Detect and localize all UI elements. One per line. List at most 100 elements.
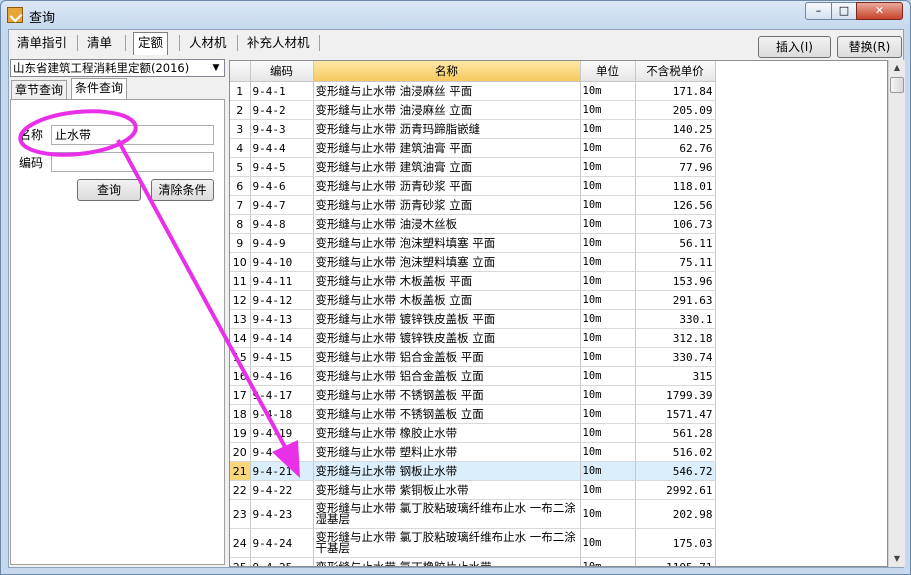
table-row[interactable]: 12 9-4-12 变形缝与止水带 木板盖板 立面 10m 291.63: [230, 290, 716, 310]
table-row[interactable]: 13 9-4-13 变形缝与止水带 镀锌铁皮盖板 平面 10m 330.1: [230, 309, 716, 329]
row-index: 8: [230, 214, 251, 234]
row-index: 25: [230, 557, 251, 566]
row-name: 变形缝与止水带 木板盖板 平面: [313, 271, 581, 291]
row-index: 15: [230, 347, 251, 367]
scroll-up-arrow-icon[interactable]: ▲: [889, 60, 905, 76]
table-row[interactable]: 17 9-4-17 变形缝与止水带 不锈钢盖板 平面 10m 1799.39: [230, 385, 716, 405]
row-code: 9-4-17: [250, 385, 314, 405]
query-button[interactable]: 查询: [77, 179, 141, 201]
table-row[interactable]: 23 9-4-23 变形缝与止水带 氯丁胶粘玻璃纤维布止水 一布二涂 湿基层 10m 2…: [230, 499, 716, 529]
quota-library-select[interactable]: 山东省建筑工程消耗里定额(2016) ▼: [10, 59, 225, 77]
row-unit: 10m: [580, 461, 636, 481]
row-unit: 10m: [580, 385, 636, 405]
row-code: 9-4-24: [250, 528, 314, 558]
table-row[interactable]: 16 9-4-16 变形缝与止水带 铝合金盖板 立面 10m 315: [230, 366, 716, 386]
row-price: 315: [635, 366, 716, 386]
quota-table: 编码 名称 单位 不含税单价 1 9-4-1 变形缝与止水带 油浸麻丝 平面 10m 1…: [229, 60, 888, 567]
tab-list[interactable]: 清单: [83, 33, 116, 53]
table-row[interactable]: 7 9-4-7 变形缝与止水带 沥青砂浆 立面 10m 126.56: [230, 195, 716, 215]
row-unit: 10m: [580, 233, 636, 253]
row-unit: 10m: [580, 214, 636, 234]
clear-conditions-button[interactable]: 清除条件: [151, 179, 214, 201]
row-price: 1571.47: [635, 404, 716, 424]
row-name: 变形缝与止水带 油浸木丝板: [313, 214, 581, 234]
row-price: 77.96: [635, 157, 716, 177]
title-bar[interactable]: 查询 – □ ✕: [1, 1, 910, 29]
table-row[interactable]: 22 9-4-22 变形缝与止水带 紫铜板止水带 10m 2992.61: [230, 480, 716, 500]
client-area: 清单指引 清单 定额 人材机 补充人材机 插入(I) 替换(R) 山东省建筑工程…: [8, 29, 905, 568]
row-price: 75.11: [635, 252, 716, 272]
table-row[interactable]: 15 9-4-15 变形缝与止水带 铝合金盖板 平面 10m 330.74: [230, 347, 716, 367]
table-row[interactable]: 1 9-4-1 变形缝与止水带 油浸麻丝 平面 10m 171.84: [230, 81, 716, 101]
table-row[interactable]: 5 9-4-5 变形缝与止水带 建筑油膏 立面 10m 77.96: [230, 157, 716, 177]
row-index: 23: [230, 499, 251, 529]
tab-chapter-query[interactable]: 章节查询: [11, 80, 68, 100]
tab-separator: [237, 35, 238, 51]
code-input[interactable]: [51, 152, 214, 172]
table-row[interactable]: 24 9-4-24 变形缝与止水带 氯丁胶粘玻璃纤维布止水 一布二涂 干基层 10m 1…: [230, 528, 716, 558]
row-code: 9-4-25: [250, 557, 314, 566]
row-name: 变形缝与止水带 沥青砂浆 立面: [313, 195, 581, 215]
row-unit: 10m: [580, 423, 636, 443]
row-name: 变形缝与止水带 氯丁橡胶片止水带: [313, 557, 581, 566]
table-row[interactable]: 18 9-4-18 变形缝与止水带 不锈钢盖板 立面 10m 1571.47: [230, 404, 716, 424]
scroll-down-arrow-icon[interactable]: ▼: [889, 551, 905, 567]
row-price: 330.1: [635, 309, 716, 329]
column-header-code[interactable]: 编码: [250, 61, 314, 82]
name-input[interactable]: 止水带: [51, 125, 214, 145]
tab-condition-query[interactable]: 条件查询: [71, 78, 128, 100]
row-code: 9-4-22: [250, 480, 314, 500]
row-code: 9-4-18: [250, 404, 314, 424]
row-unit: 10m: [580, 157, 636, 177]
scroll-thumb[interactable]: [890, 77, 904, 93]
close-button[interactable]: ✕: [856, 2, 903, 20]
row-price: 118.01: [635, 176, 716, 196]
row-price: 1799.39: [635, 385, 716, 405]
row-name: 变形缝与止水带 建筑油膏 立面: [313, 157, 581, 177]
table-row[interactable]: 10 9-4-10 变形缝与止水带 泡沫塑料填塞 立面 10m 75.11: [230, 252, 716, 272]
row-unit: 10m: [580, 480, 636, 500]
table-row[interactable]: 14 9-4-14 变形缝与止水带 镀锌铁皮盖板 立面 10m 312.18: [230, 328, 716, 348]
table-row[interactable]: 25 9-4-25 变形缝与止水带 氯丁橡胶片止水带 10m 1105.71: [230, 557, 716, 566]
row-index: 24: [230, 528, 251, 558]
tab-list-guide[interactable]: 清单指引: [13, 33, 71, 53]
row-price: 175.03: [635, 528, 716, 558]
row-price: 312.18: [635, 328, 716, 348]
row-unit: 10m: [580, 81, 636, 101]
chevron-down-icon[interactable]: ▼: [208, 60, 224, 76]
table-row[interactable]: 4 9-4-4 变形缝与止水带 建筑油膏 平面 10m 62.76: [230, 138, 716, 158]
vertical-scrollbar[interactable]: ▲ ▼: [888, 60, 905, 567]
table-row[interactable]: 20 9-4-20 变形缝与止水带 塑料止水带 10m 516.02: [230, 442, 716, 462]
table-row[interactable]: 9 9-4-9 变形缝与止水带 泡沫塑料填塞 平面 10m 56.11: [230, 233, 716, 253]
table-row[interactable]: 11 9-4-11 变形缝与止水带 木板盖板 平面 10m 153.96: [230, 271, 716, 291]
minimize-button[interactable]: –: [805, 2, 832, 20]
row-index: 20: [230, 442, 251, 462]
row-unit: 10m: [580, 100, 636, 120]
row-unit: 10m: [580, 195, 636, 215]
row-code: 9-4-8: [250, 214, 314, 234]
table-row[interactable]: 8 9-4-8 变形缝与止水带 油浸木丝板 10m 106.73: [230, 214, 716, 234]
tab-quota[interactable]: 定额: [133, 32, 169, 55]
column-header-name[interactable]: 名称: [313, 61, 581, 82]
row-unit: 10m: [580, 309, 636, 329]
tab-labor-material[interactable]: 人材机: [185, 33, 231, 53]
table-row[interactable]: 2 9-4-2 变形缝与止水带 油浸麻丝 立面 10m 205.09: [230, 100, 716, 120]
row-name: 变形缝与止水带 油浸麻丝 平面: [313, 81, 581, 101]
table-row[interactable]: 3 9-4-3 变形缝与止水带 沥青玛蹄脂嵌缝 10m 140.25: [230, 119, 716, 139]
table-row[interactable]: 6 9-4-6 变形缝与止水带 沥青砂浆 平面 10m 118.01: [230, 176, 716, 196]
row-price: 202.98: [635, 499, 716, 529]
maximize-button[interactable]: □: [831, 2, 857, 20]
replace-button[interactable]: 替换(R): [837, 36, 902, 58]
tab-extra-labor-material[interactable]: 补充人材机: [243, 33, 314, 53]
column-header-index: [230, 61, 251, 82]
row-code: 9-4-10: [250, 252, 314, 272]
row-name: 变形缝与止水带 泡沫塑料填塞 平面: [313, 233, 581, 253]
table-row[interactable]: 19 9-4-19 变形缝与止水带 橡胶止水带 10m 561.28: [230, 423, 716, 443]
insert-button[interactable]: 插入(I): [758, 36, 831, 58]
column-header-unit[interactable]: 单位: [580, 61, 636, 82]
row-name: 变形缝与止水带 泡沫塑料填塞 立面: [313, 252, 581, 272]
column-header-price[interactable]: 不含税单价: [635, 61, 716, 82]
table-header: 编码 名称 单位 不含税单价: [230, 61, 716, 82]
table-row[interactable]: 21 9-4-21 变形缝与止水带 钢板止水带 10m 546.72: [230, 461, 716, 481]
row-price: 561.28: [635, 423, 716, 443]
